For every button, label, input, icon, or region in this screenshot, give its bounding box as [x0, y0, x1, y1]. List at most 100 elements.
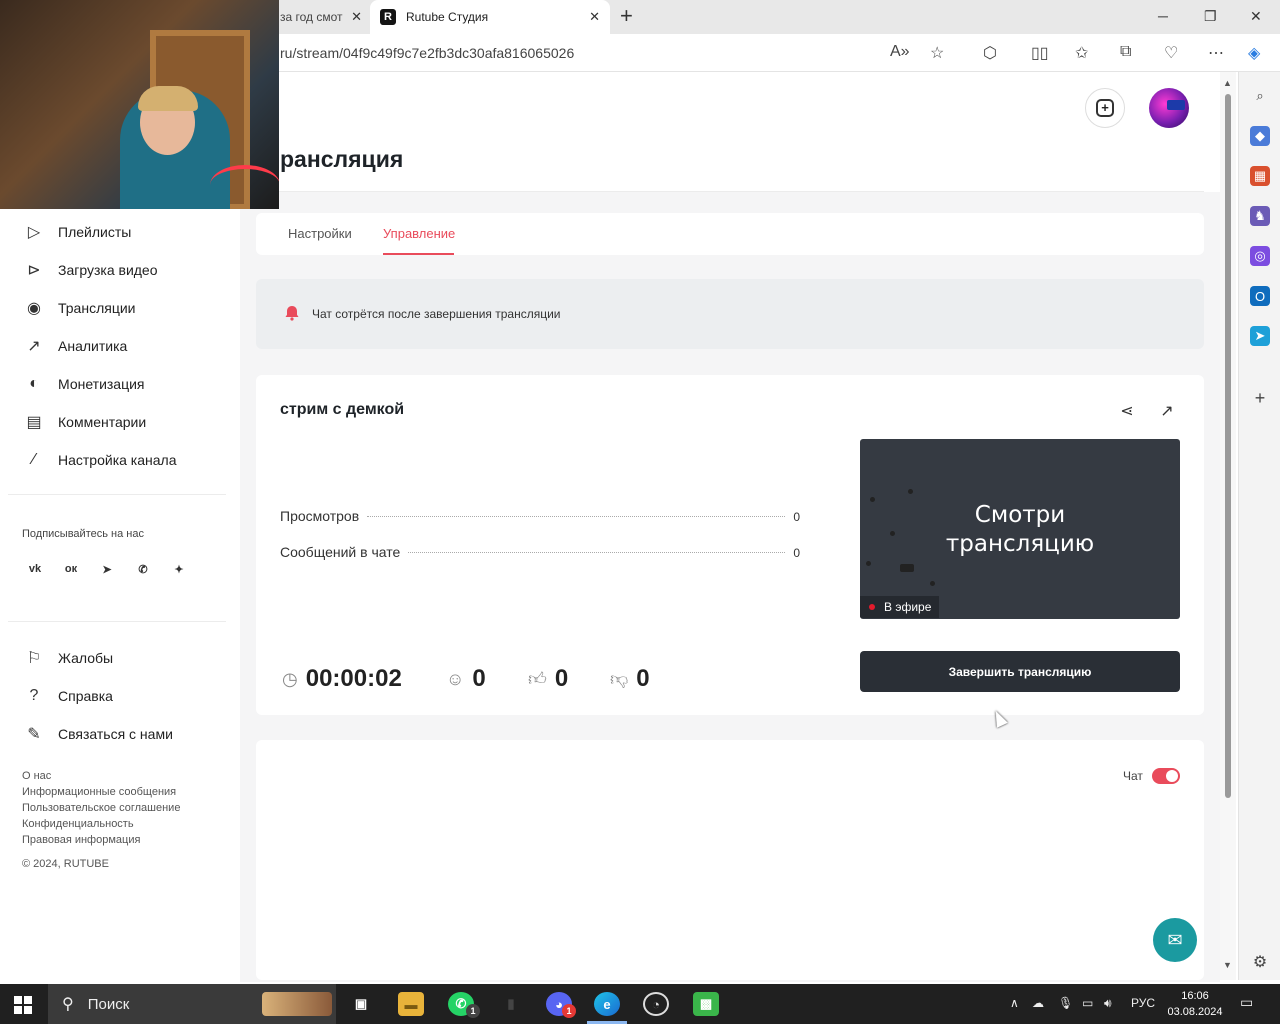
settings-gear-icon[interactable]: ⚙: [1250, 952, 1270, 972]
viber-icon[interactable]: ✆: [130, 556, 156, 582]
app-icon[interactable]: ▮: [498, 992, 524, 1016]
footer-link-privacy[interactable]: Конфиденциальность: [22, 818, 134, 830]
telegram-icon[interactable]: ➤: [94, 556, 120, 582]
sidebar-item-broadcasts[interactable]: ◉ Трансляции: [22, 296, 135, 320]
sidebar-item-contact[interactable]: ✎ Связаться с нами: [22, 722, 173, 746]
chat-toggle[interactable]: [1152, 768, 1180, 784]
analytics-icon: ↗: [27, 338, 41, 355]
collections-icon[interactable]: ⧉: [1120, 43, 1131, 61]
search-highlight-image[interactable]: [262, 992, 332, 1016]
bell-icon: [285, 306, 299, 321]
tab-settings[interactable]: Настройки: [288, 226, 352, 241]
shopping-tag-icon[interactable]: ◆: [1250, 126, 1270, 146]
footer-link-about[interactable]: О нас: [22, 770, 51, 782]
taskbar-clock[interactable]: 16:06 03.08.2024: [1160, 988, 1230, 1020]
tab-title: Rutube Студия: [406, 10, 489, 24]
avatar[interactable]: [1149, 88, 1189, 128]
dislikes-value: 0: [636, 665, 650, 692]
extensions-icon[interactable]: ⬡: [983, 43, 997, 63]
sidebar-item-upload[interactable]: ⊳ Загрузка видео: [22, 258, 157, 282]
sidebar-item-label: Комментарии: [58, 414, 147, 430]
edge-icon[interactable]: e: [594, 992, 620, 1016]
windows-start-icon[interactable]: [14, 996, 32, 1014]
obs-icon[interactable]: ◔: [643, 992, 669, 1016]
ok-icon[interactable]: ок: [58, 556, 84, 582]
new-tab-icon[interactable]: +: [620, 5, 633, 27]
scroll-down-icon[interactable]: ▼: [1223, 960, 1232, 970]
sidebar-item-playlists[interactable]: ▷ Плейлисты: [22, 220, 131, 244]
stat-label: Просмотров: [280, 508, 360, 524]
url-field[interactable]: ru/stream/04f9c49f9c7e2fb3dc30afa8160650…: [280, 45, 574, 61]
task-view-icon[interactable]: ▣: [348, 992, 374, 1016]
sidebar-item-comments[interactable]: ▤ Комментарии: [22, 410, 146, 434]
search-icon[interactable]: ⌕: [1250, 86, 1270, 106]
stream-likes: 👍︎ 0: [528, 665, 568, 693]
favorite-star-icon[interactable]: ☆: [930, 43, 944, 63]
add-icon[interactable]: +: [1250, 388, 1270, 408]
share-icon[interactable]: ⋖: [1118, 403, 1136, 421]
performance-icon[interactable]: ♡: [1164, 43, 1178, 63]
outlook-icon[interactable]: O: [1250, 286, 1270, 306]
tab-title: за год смот: [280, 10, 343, 24]
network-icon[interactable]: ▭: [1082, 996, 1093, 1010]
sidebar-item-analytics[interactable]: ↗ Аналитика: [22, 334, 127, 358]
favorites-icon[interactable]: ✩: [1075, 43, 1088, 63]
sidebar-item-channel-settings[interactable]: ⁄ Настройка канала: [22, 448, 177, 472]
playlist-icon: ▷: [27, 224, 41, 241]
stat-leader: [367, 516, 786, 517]
stream-preview[interactable]: Смотри трансляцию В эфире: [860, 439, 1180, 619]
support-chat-button[interactable]: ✉: [1153, 918, 1197, 962]
viewer-icon: ☺: [446, 668, 465, 689]
close-window-icon[interactable]: ✕: [1250, 8, 1262, 25]
stream-name: стрим с демкой: [280, 401, 405, 418]
footer-link-info[interactable]: Информационные сообщения: [22, 786, 176, 798]
sidebar-item-label: Аналитика: [58, 338, 128, 354]
android-studio-icon[interactable]: ▩: [693, 992, 719, 1016]
live-badge: В эфире: [860, 596, 940, 618]
more-menu-icon[interactable]: ⋯: [1208, 43, 1224, 63]
games-icon[interactable]: ♞: [1250, 206, 1270, 226]
read-aloud-icon[interactable]: A»: [890, 43, 910, 61]
minimize-icon[interactable]: ─: [1158, 8, 1168, 24]
send-icon[interactable]: ➤: [1250, 326, 1270, 346]
sidebar-item-label: Монетизация: [58, 376, 145, 392]
vk-icon[interactable]: vk: [22, 556, 48, 582]
sidebar-item-complaints[interactable]: ⚐ Жалобы: [22, 646, 113, 670]
volume-icon[interactable]: 🔊︎: [1104, 996, 1112, 1011]
onedrive-icon[interactable]: ☁: [1032, 996, 1044, 1010]
stat-value: 0: [793, 510, 800, 524]
help-icon: ?: [29, 687, 39, 704]
flag-icon: ⚐: [26, 650, 42, 667]
tab-management[interactable]: Управление: [383, 226, 455, 241]
restore-icon[interactable]: ❐: [1204, 8, 1217, 25]
footer-link-agreement[interactable]: Пользовательское соглашение: [22, 802, 180, 814]
sidebar-item-monetization[interactable]: ◐ Монетизация: [22, 372, 145, 396]
close-tab-icon[interactable]: ✕: [589, 9, 600, 25]
end-stream-button[interactable]: Завершить трансляцию: [860, 651, 1180, 692]
browser-tab-inactive[interactable]: за год смот ✕: [278, 0, 368, 34]
office-icon[interactable]: ◎: [1250, 246, 1270, 266]
tray-expand-icon[interactable]: ∧: [1010, 996, 1019, 1010]
tools-icon[interactable]: ▦: [1250, 166, 1270, 186]
open-external-icon[interactable]: ↗: [1158, 403, 1176, 421]
dzen-icon[interactable]: ✦: [166, 556, 192, 582]
preview-speck: [866, 561, 871, 566]
scroll-up-icon[interactable]: ▲: [1223, 78, 1232, 88]
file-explorer-icon[interactable]: ▬: [398, 992, 424, 1016]
notifications-icon[interactable]: ▭: [1240, 994, 1253, 1011]
close-tab-icon[interactable]: ✕: [351, 9, 362, 25]
thumbs-up-icon: 👍︎: [528, 669, 547, 689]
split-screen-icon[interactable]: ▯▯: [1031, 43, 1049, 63]
scroll-thumb[interactable]: [1225, 94, 1231, 798]
language-indicator[interactable]: РУС: [1131, 996, 1155, 1010]
sidebar-item-help[interactable]: ? Справка: [22, 684, 113, 708]
preview-text: Смотри трансляцию: [860, 501, 1180, 559]
footer-link-legal[interactable]: Правовая информация: [22, 834, 140, 846]
page-scrollbar[interactable]: ▲ ▼: [1220, 72, 1236, 980]
avatar-gamepad: [1167, 100, 1185, 110]
microphone-icon[interactable]: 🎙︎: [1058, 996, 1073, 1010]
search-icon: ⚲: [62, 996, 74, 1013]
create-button[interactable]: +: [1085, 88, 1125, 128]
copilot-icon[interactable]: ◈: [1248, 43, 1260, 63]
browser-tab-active[interactable]: R Rutube Студия ✕: [370, 0, 610, 34]
